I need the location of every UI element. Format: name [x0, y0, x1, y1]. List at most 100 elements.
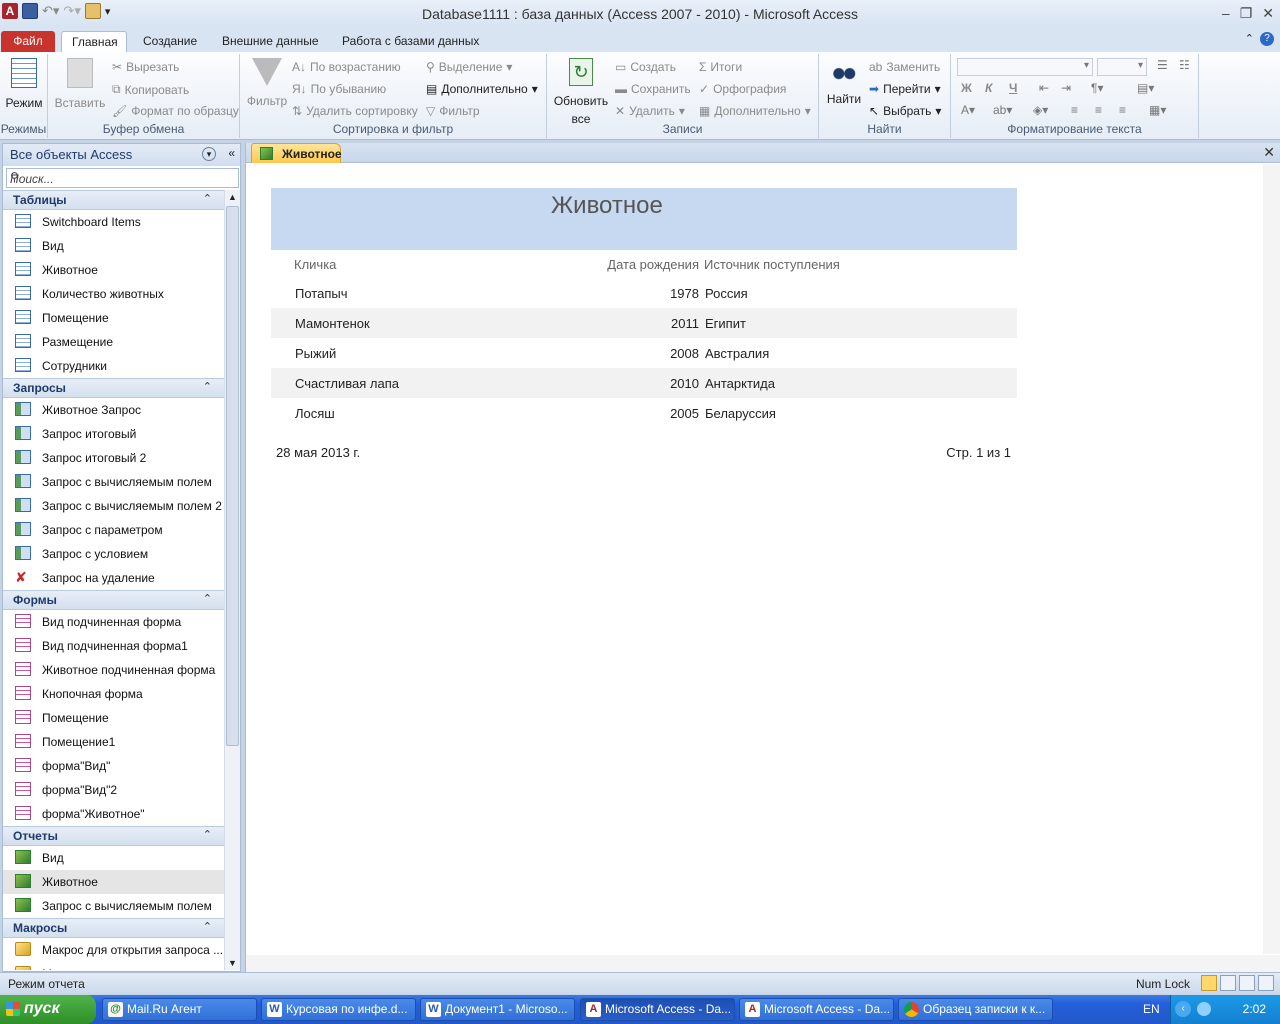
collapse-pane-icon[interactable]: «	[228, 146, 235, 160]
selection-button[interactable]: ⚲ Выделение ▾	[426, 60, 512, 74]
nav-item[interactable]: Switchboard Items	[3, 210, 224, 234]
new-record-button[interactable]: ▭ Создать	[615, 60, 676, 74]
nav-item[interactable]: Количество животных	[3, 282, 224, 306]
taskbar-item-word-2[interactable]: W Документ1 - Microso...	[420, 998, 575, 1021]
nav-item[interactable]: форма"Вид"2	[3, 778, 224, 802]
nav-section-header[interactable]: Запросы ⌃	[3, 378, 224, 398]
nav-item[interactable]: Вид подчиненная форма1	[3, 634, 224, 658]
document-vertical-scrollbar[interactable]	[1263, 164, 1280, 954]
close-icon[interactable]: ✕	[1262, 5, 1274, 22]
scroll-thumb[interactable]	[226, 206, 239, 746]
save-record-button[interactable]: ▬ Сохранить	[615, 82, 691, 96]
nav-item[interactable]: Животное подчиненная форма	[3, 658, 224, 682]
nav-item[interactable]: Вид подчиненная форма	[3, 610, 224, 634]
format-painter-button[interactable]: 🖌 Формат по образцу	[112, 104, 239, 118]
taskbar-item-access-1[interactable]: A Microsoft Access - Da...	[580, 998, 735, 1021]
sort-descending-button[interactable]: Я↓ По убыванию	[292, 82, 386, 96]
tab-database-tools[interactable]: Работа с базами данных	[332, 31, 489, 52]
nav-item[interactable]: Животное	[3, 870, 224, 894]
collapse-section-icon[interactable]: ⌃	[203, 920, 212, 933]
nav-scrollbar[interactable]: ▲ ▼	[224, 190, 240, 970]
nav-item[interactable]: Животное	[3, 258, 224, 282]
nav-item[interactable]: Запрос итоговый 2	[3, 446, 224, 470]
nav-item[interactable]: форма"Животное"	[3, 802, 224, 826]
nav-header[interactable]: Все объекты Access ▾ «	[3, 144, 240, 166]
close-document-icon[interactable]: ✕	[1263, 144, 1275, 161]
copy-button[interactable]: ⧉ Копировать	[112, 82, 189, 97]
nav-section-header[interactable]: Макросы ⌃	[3, 918, 224, 938]
cut-button[interactable]: ✂ Вырезать	[112, 60, 179, 74]
table-grid-icon[interactable]: ▦▾	[1149, 103, 1166, 117]
nav-item[interactable]: Помещение1	[3, 730, 224, 754]
restore-icon[interactable]: ❐	[1240, 5, 1253, 22]
nav-item[interactable]: Кнопочная форма	[3, 682, 224, 706]
nav-item[interactable]: Вид	[3, 234, 224, 258]
tray-app-icon[interactable]	[1197, 1002, 1211, 1016]
tab-create[interactable]: Создание	[133, 31, 207, 52]
collapse-section-icon[interactable]: ⌃	[203, 592, 212, 605]
design-view-icon[interactable]	[1258, 975, 1274, 991]
nav-item[interactable]: форма"Вид"	[3, 754, 224, 778]
scroll-down-icon[interactable]: ▼	[228, 958, 237, 968]
paste-button[interactable]: Вставить	[54, 58, 106, 110]
font-size-select[interactable]: ▾	[1097, 58, 1147, 76]
taskbar-item-chrome[interactable]: Образец записки к к...	[898, 998, 1053, 1021]
nav-item[interactable]: Запрос с параметром	[3, 518, 224, 542]
font-color-icon[interactable]: A▾	[961, 103, 975, 117]
nav-item[interactable]: Макрос для открытия запроса ...	[3, 962, 224, 970]
align-center-icon[interactable]: ≡	[1095, 103, 1102, 117]
taskbar-item-mailru[interactable]: @ Mail.Ru Агент	[102, 998, 257, 1021]
search-icon[interactable]: ⚲	[10, 170, 236, 184]
fill-color-icon[interactable]: ◈▾	[1033, 103, 1048, 117]
refresh-all-button[interactable]: ↻ Обновить все	[551, 58, 611, 126]
tray-expand-icon[interactable]: ‹	[1175, 1001, 1191, 1017]
sort-ascending-button[interactable]: A↓ По возрастанию	[292, 60, 401, 74]
taskbar-item-access-2[interactable]: A Microsoft Access - Da...	[739, 998, 894, 1021]
minimize-icon[interactable]: –	[1222, 5, 1230, 22]
delete-record-button[interactable]: ✕ Удалить ▾	[615, 104, 685, 118]
document-horizontal-scrollbar[interactable]	[246, 955, 1280, 972]
report-view-icon[interactable]	[1201, 975, 1217, 991]
nav-item[interactable]: Размещение	[3, 330, 224, 354]
bold-button[interactable]: Ж	[961, 81, 972, 95]
help-icon[interactable]: ?	[1260, 32, 1274, 46]
collapse-section-icon[interactable]: ⌃	[203, 828, 212, 841]
nav-item[interactable]: Помещение	[3, 706, 224, 730]
spelling-button[interactable]: ✓ Орфография	[699, 82, 786, 96]
collapse-section-icon[interactable]: ⌃	[203, 380, 212, 393]
font-name-select[interactable]: ▾	[957, 58, 1093, 76]
tab-file[interactable]: Файл	[1, 31, 55, 52]
nav-item[interactable]: Вид	[3, 846, 224, 870]
underline-button[interactable]: Ч	[1009, 81, 1017, 95]
toggle-filter-button[interactable]: ▽ Фильтр	[426, 104, 480, 118]
document-tab-animal[interactable]: Животное	[251, 143, 342, 163]
collapse-ribbon-icon[interactable]: ⌃	[1245, 32, 1254, 45]
totals-button[interactable]: Σ Итоги	[699, 60, 742, 74]
nav-item[interactable]: Животное Запрос	[3, 398, 224, 422]
indent-increase-icon[interactable]: ⇥	[1061, 81, 1071, 95]
indent-decrease-icon[interactable]: ⇤	[1039, 81, 1049, 95]
more-records-button[interactable]: ▦ Дополнительно ▾	[699, 104, 811, 118]
italic-button[interactable]: К	[985, 81, 992, 95]
replace-button[interactable]: ab Заменить	[869, 60, 940, 74]
nav-item[interactable]: Запрос с вычисляемым полем	[3, 894, 224, 918]
align-left-icon[interactable]: ≡	[1071, 103, 1078, 117]
collapse-section-icon[interactable]: ⌃	[203, 192, 212, 205]
scroll-up-icon[interactable]: ▲	[228, 192, 237, 202]
filter-button[interactable]: Фильтр	[246, 58, 288, 108]
view-mode-button[interactable]: Режим	[4, 58, 44, 110]
layout-view-icon[interactable]	[1239, 975, 1255, 991]
nav-item[interactable]: Запрос с вычисляемым полем 2	[3, 494, 224, 518]
highlight-icon[interactable]: ab▾	[993, 103, 1012, 117]
gridlines-icon[interactable]: ▤▾	[1137, 81, 1154, 95]
advanced-filter-button[interactable]: ▤ Дополнительно ▾	[426, 82, 538, 96]
print-preview-icon[interactable]	[1220, 975, 1236, 991]
nav-item[interactable]: Запрос с условием	[3, 542, 224, 566]
taskbar-item-word-1[interactable]: W Курсовая по инфе.d...	[261, 998, 416, 1021]
nav-item[interactable]: ✘ Запрос на удаление	[3, 566, 224, 590]
nav-menu-icon[interactable]: ▾	[202, 147, 216, 161]
nav-section-header[interactable]: Таблицы ⌃	[3, 190, 224, 210]
start-button[interactable]: пуск	[0, 995, 96, 1024]
search-input[interactable]: Поиск... ⚲	[6, 168, 239, 188]
numbering-icon[interactable]: ☷	[1179, 58, 1190, 72]
